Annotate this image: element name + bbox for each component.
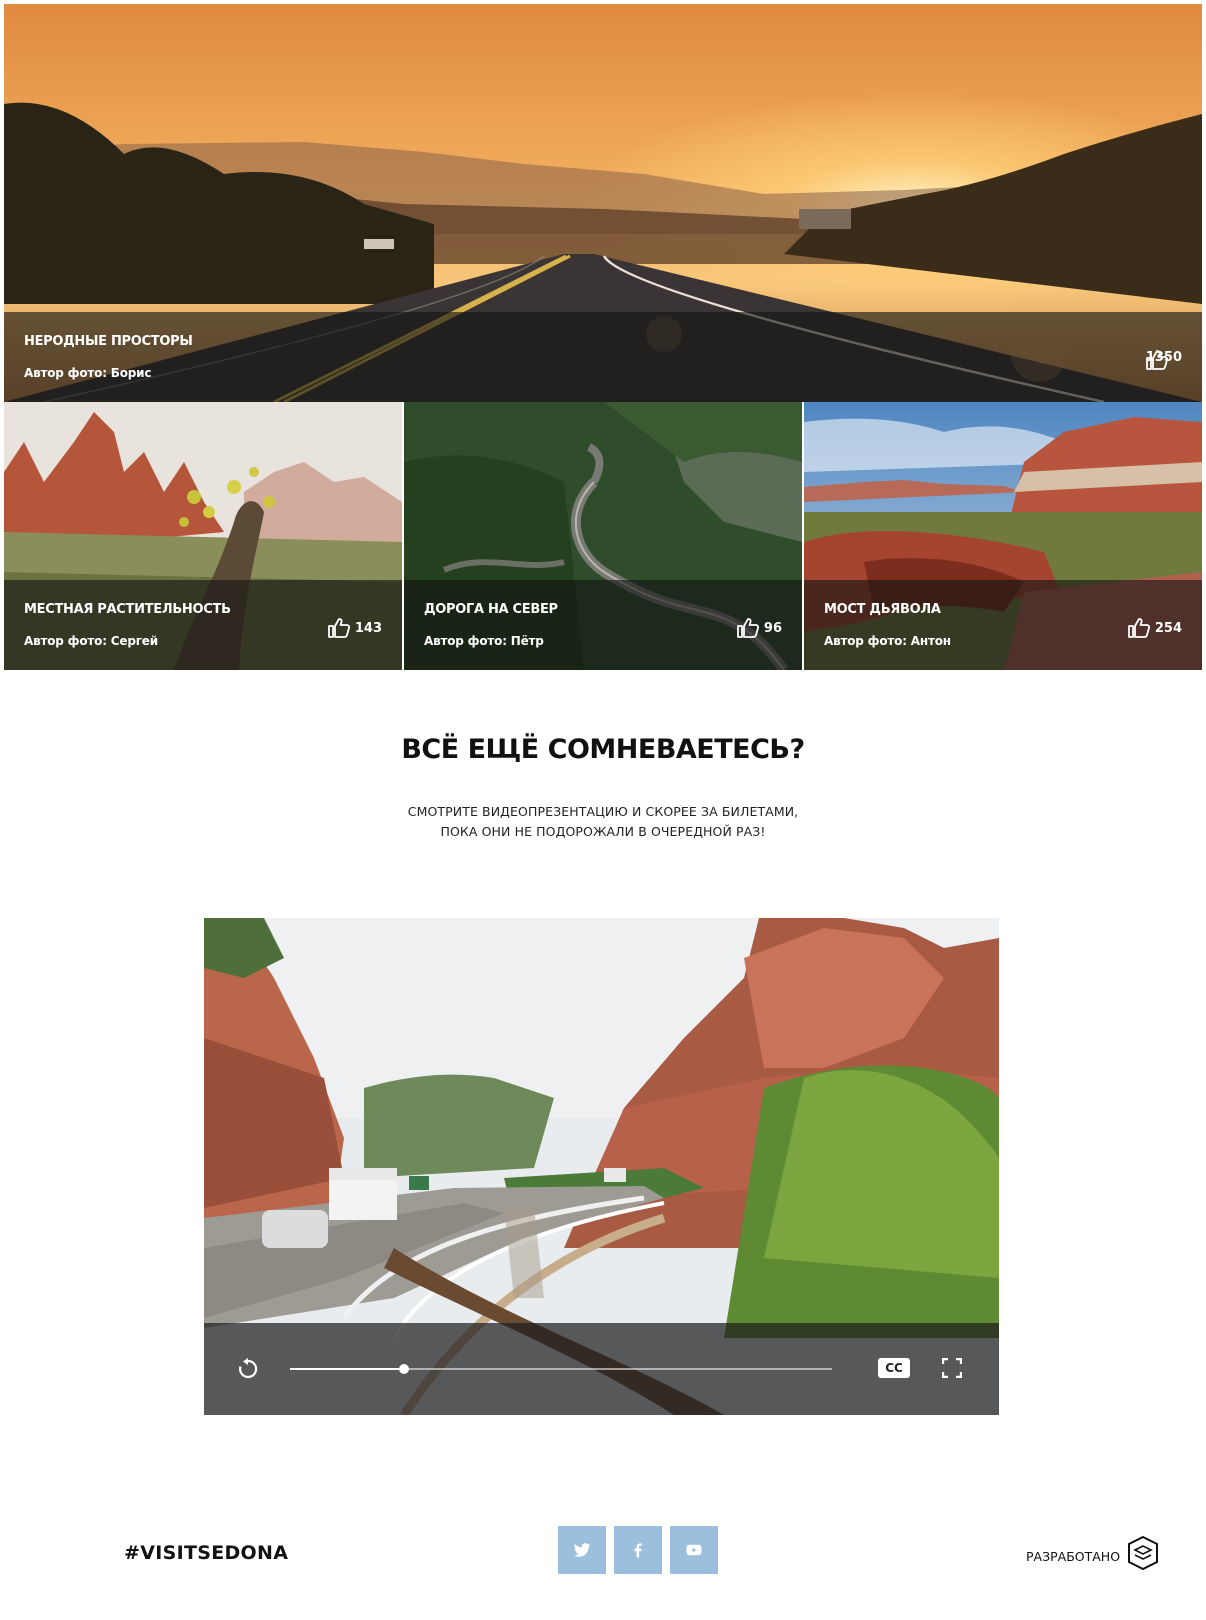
like-count: 143 — [354, 620, 382, 636]
promo-line: СМОТРИТЕ ВИДЕОПРЕЗЕНТАЦИЮ И СКОРЕЕ ЗА БИ… — [407, 804, 799, 819]
video-controls: CC — [204, 1323, 999, 1415]
tile-caption: МЕСТНАЯ РАСТИТЕЛЬНОСТЬ Автор фото: Серге… — [4, 580, 402, 670]
developer-logo-icon[interactable] — [1128, 1536, 1158, 1570]
photo-author: Автор фото: Антон — [824, 634, 951, 648]
thumbs-up-icon — [327, 618, 350, 638]
like-button[interactable]: 96 — [737, 618, 782, 638]
tile-caption: МОСТ ДЬЯВОЛА Автор фото: Антон 254 — [804, 580, 1202, 670]
youtube-icon — [686, 1544, 702, 1556]
fullscreen-icon[interactable] — [942, 1358, 962, 1378]
hero-caption: НЕРОДНЫЕ ПРОСТОРЫ Автор фото: Борис 1350 — [4, 312, 1202, 402]
video-player[interactable]: CC — [204, 918, 999, 1415]
like-button[interactable]: 254 — [1127, 618, 1182, 638]
promo-line: ПОКА ОНИ НЕ ПОДОРОЖАЛИ В ОЧЕРЕДНОЙ РАЗ! — [440, 824, 766, 839]
progress-track[interactable] — [290, 1364, 832, 1374]
hashtag: #VISITSEDONA — [124, 1542, 289, 1564]
facebook-button[interactable] — [614, 1526, 662, 1574]
twitter-button[interactable] — [558, 1526, 606, 1574]
twitter-icon — [573, 1543, 591, 1557]
tile-caption: ДОРОГА НА СЕВЕР Автор фото: Пётр 96 — [404, 580, 802, 670]
hero-photo[interactable]: НЕРОДНЫЕ ПРОСТОРЫ Автор фото: Борис 1350 — [4, 4, 1202, 402]
photo-title: МЕСТНАЯ РАСТИТЕЛЬНОСТЬ — [24, 602, 231, 617]
photo-title: ДОРОГА НА СЕВЕР — [424, 602, 558, 617]
like-button[interactable]: 1350 — [1146, 350, 1182, 370]
photo-tile[interactable]: МЕСТНАЯ РАСТИТЕЛЬНОСТЬ Автор фото: Серге… — [4, 402, 402, 670]
progress-knob[interactable] — [398, 1364, 409, 1374]
youtube-button[interactable] — [670, 1526, 718, 1574]
photo-tile[interactable]: МОСТ ДЬЯВОЛА Автор фото: Антон 254 — [804, 402, 1202, 670]
closed-captions-button[interactable]: CC — [878, 1358, 910, 1378]
like-button[interactable]: 143 — [327, 618, 382, 638]
facebook-icon — [634, 1543, 642, 1558]
photo-grid: МЕСТНАЯ РАСТИТЕЛЬНОСТЬ Автор фото: Серге… — [4, 402, 1202, 670]
photo-author: Автор фото: Борис — [24, 366, 152, 380]
photo-author: Автор фото: Пётр — [424, 634, 544, 648]
thumbs-up-icon — [737, 618, 759, 638]
photo-author: Автор фото: Сергей — [24, 634, 158, 648]
progress-fill — [290, 1368, 404, 1370]
like-count: 254 — [1154, 620, 1182, 636]
thumbs-up-icon — [1145, 350, 1168, 370]
replay-icon[interactable] — [236, 1357, 260, 1381]
developed-by-label: РАЗРАБОТАНО — [1026, 1549, 1121, 1564]
thumbs-up-icon — [1127, 618, 1150, 638]
photo-title: МОСТ ДЬЯВОЛА — [824, 602, 941, 617]
photo-title: НЕРОДНЫЕ ПРОСТОРЫ — [24, 334, 193, 349]
promo-text: СМОТРИТЕ ВИДЕОПРЕЗЕНТАЦИЮ И СКОРЕЕ ЗА БИ… — [4, 802, 1202, 842]
photo-tile[interactable]: ДОРОГА НА СЕВЕР Автор фото: Пётр 96 — [404, 402, 802, 670]
promo-heading: ВСЁ ЕЩЁ СОМНЕВАЕТЕСЬ? — [401, 734, 805, 765]
like-count: 96 — [763, 620, 782, 636]
page: НЕРОДНЫЕ ПРОСТОРЫ Автор фото: Борис 1350 — [4, 4, 1202, 1616]
